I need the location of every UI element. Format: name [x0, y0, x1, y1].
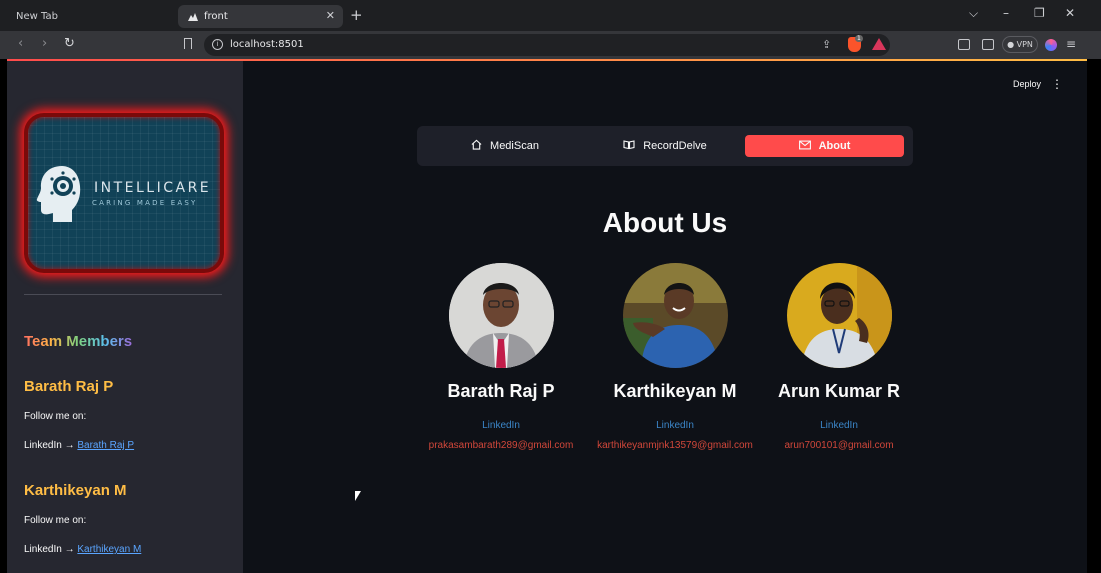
nav-label: About	[818, 140, 851, 152]
email-link[interactable]: prakasambarath289@gmail.com	[406, 440, 596, 451]
leo-ai-icon[interactable]	[1045, 39, 1057, 51]
member-name: Barath Raj P	[447, 381, 555, 401]
brain-head-icon	[36, 166, 81, 222]
browser-menu-icon[interactable]: ≡	[1066, 37, 1076, 51]
intellicare-logo: INTELLICARE CARING MADE EASY	[24, 113, 224, 273]
sidebar-member-name: Barath Raj P	[24, 378, 114, 395]
vpn-label: VPN	[1016, 40, 1033, 49]
brave-rewards-icon[interactable]	[872, 38, 886, 50]
member-name: Karthikeyan M	[613, 381, 737, 401]
linkedin-link[interactable]: Barath Raj P	[77, 440, 134, 451]
reload-icon[interactable]: ↻	[64, 36, 75, 51]
close-tab-icon[interactable]: ✕	[326, 9, 335, 22]
linkedin-prefix: LinkedIn →	[24, 440, 78, 451]
window-close-icon[interactable]: ✕	[1065, 6, 1075, 20]
sidebar-toggle-icon[interactable]	[958, 39, 970, 50]
option-menu: MediScan RecordDelve About	[417, 126, 913, 166]
follow-text: Follow me on:	[24, 411, 87, 422]
mouse-cursor-icon	[355, 491, 361, 501]
main-menu-icon[interactable]: ⋮	[1051, 77, 1063, 91]
follow-text: Follow me on:	[24, 515, 87, 526]
site-info-icon[interactable]: i	[212, 39, 223, 50]
main-content: Deploy ⋮ MediScan RecordDelve About Abou…	[243, 61, 1087, 573]
streamlit-favicon-icon	[188, 12, 198, 21]
new-tab-button[interactable]: +	[350, 7, 363, 23]
logo-name: INTELLICARE	[94, 180, 212, 196]
avatar	[448, 263, 554, 368]
minimize-icon[interactable]: –	[1003, 6, 1009, 20]
member-card: Karthikeyan M LinkedIn karthikeyanmjnk13…	[580, 263, 770, 451]
back-icon[interactable]: ‹	[18, 36, 23, 51]
nav-recorddelve[interactable]: RecordDelve	[585, 135, 745, 157]
tab-front[interactable]: front ✕	[178, 5, 343, 28]
book-icon	[623, 139, 635, 153]
sidebar-linkedin-line: LinkedIn → Barath Raj P	[24, 440, 134, 451]
logo-tagline: CARING MADE EASY	[92, 199, 198, 207]
linkedin-link[interactable]: LinkedIn	[580, 420, 770, 431]
url-text: localhost:8501	[230, 39, 304, 50]
address-bar[interactable]: i localhost:8501 ⇪ 1	[204, 34, 890, 56]
about-us-heading: About Us	[602, 207, 728, 238]
shields-badge: 1	[855, 35, 863, 42]
bookmark-icon[interactable]	[184, 38, 192, 49]
member-name: Arun Kumar R	[777, 381, 900, 401]
avatar	[622, 263, 728, 368]
home-icon	[471, 139, 482, 153]
nav-label: RecordDelve	[643, 140, 707, 152]
linkedin-link[interactable]: LinkedIn	[406, 420, 596, 431]
tab-search-icon[interactable]: ⌵	[969, 6, 978, 21]
sidebar-linkedin-line: LinkedIn → Karthikeyan M	[24, 544, 141, 555]
browser-tabbar: New Tab front ✕ + ⌵ – ❐ ✕	[0, 0, 1101, 31]
forward-icon[interactable]: ›	[42, 36, 47, 51]
window-edge	[1087, 61, 1101, 573]
email-link[interactable]: karthikeyanmjnk13579@gmail.com	[580, 440, 770, 451]
linkedin-prefix: LinkedIn →	[24, 544, 78, 555]
tab-label: front	[204, 11, 228, 22]
sidebar: INTELLICARE CARING MADE EASY Team Member…	[7, 61, 243, 573]
nav-about[interactable]: About	[745, 135, 904, 157]
email-link[interactable]: arun700101@gmail.com	[744, 440, 934, 451]
member-card: Arun Kumar R LinkedIn arun700101@gmail.c…	[744, 263, 934, 451]
nav-mediscan[interactable]: MediScan	[425, 135, 585, 157]
sidebar-divider	[24, 294, 222, 295]
linkedin-link[interactable]: Karthikeyan M	[77, 544, 141, 555]
restore-icon[interactable]: ❐	[1034, 6, 1045, 20]
member-card: Barath Raj P LinkedIn prakasambarath289@…	[406, 263, 596, 451]
share-icon[interactable]: ⇪	[822, 38, 831, 51]
tab-label: New Tab	[16, 11, 58, 22]
avatar	[786, 263, 892, 368]
deploy-button[interactable]: Deploy	[1013, 79, 1041, 89]
sidebar-member-name: Karthikeyan M	[24, 482, 127, 499]
wallet-icon[interactable]	[982, 39, 994, 50]
browser-toolbar: ‹ › ↻ i localhost:8501 ⇪ 1 ● VPN ≡	[0, 31, 1101, 59]
nav-label: MediScan	[490, 140, 539, 152]
linkedin-link[interactable]: LinkedIn	[744, 420, 934, 431]
tab-new-tab[interactable]: New Tab	[6, 5, 174, 28]
envelope-icon	[798, 140, 811, 153]
vpn-button[interactable]: ● VPN	[1002, 36, 1038, 53]
team-members-heading: Team Members	[24, 333, 133, 350]
